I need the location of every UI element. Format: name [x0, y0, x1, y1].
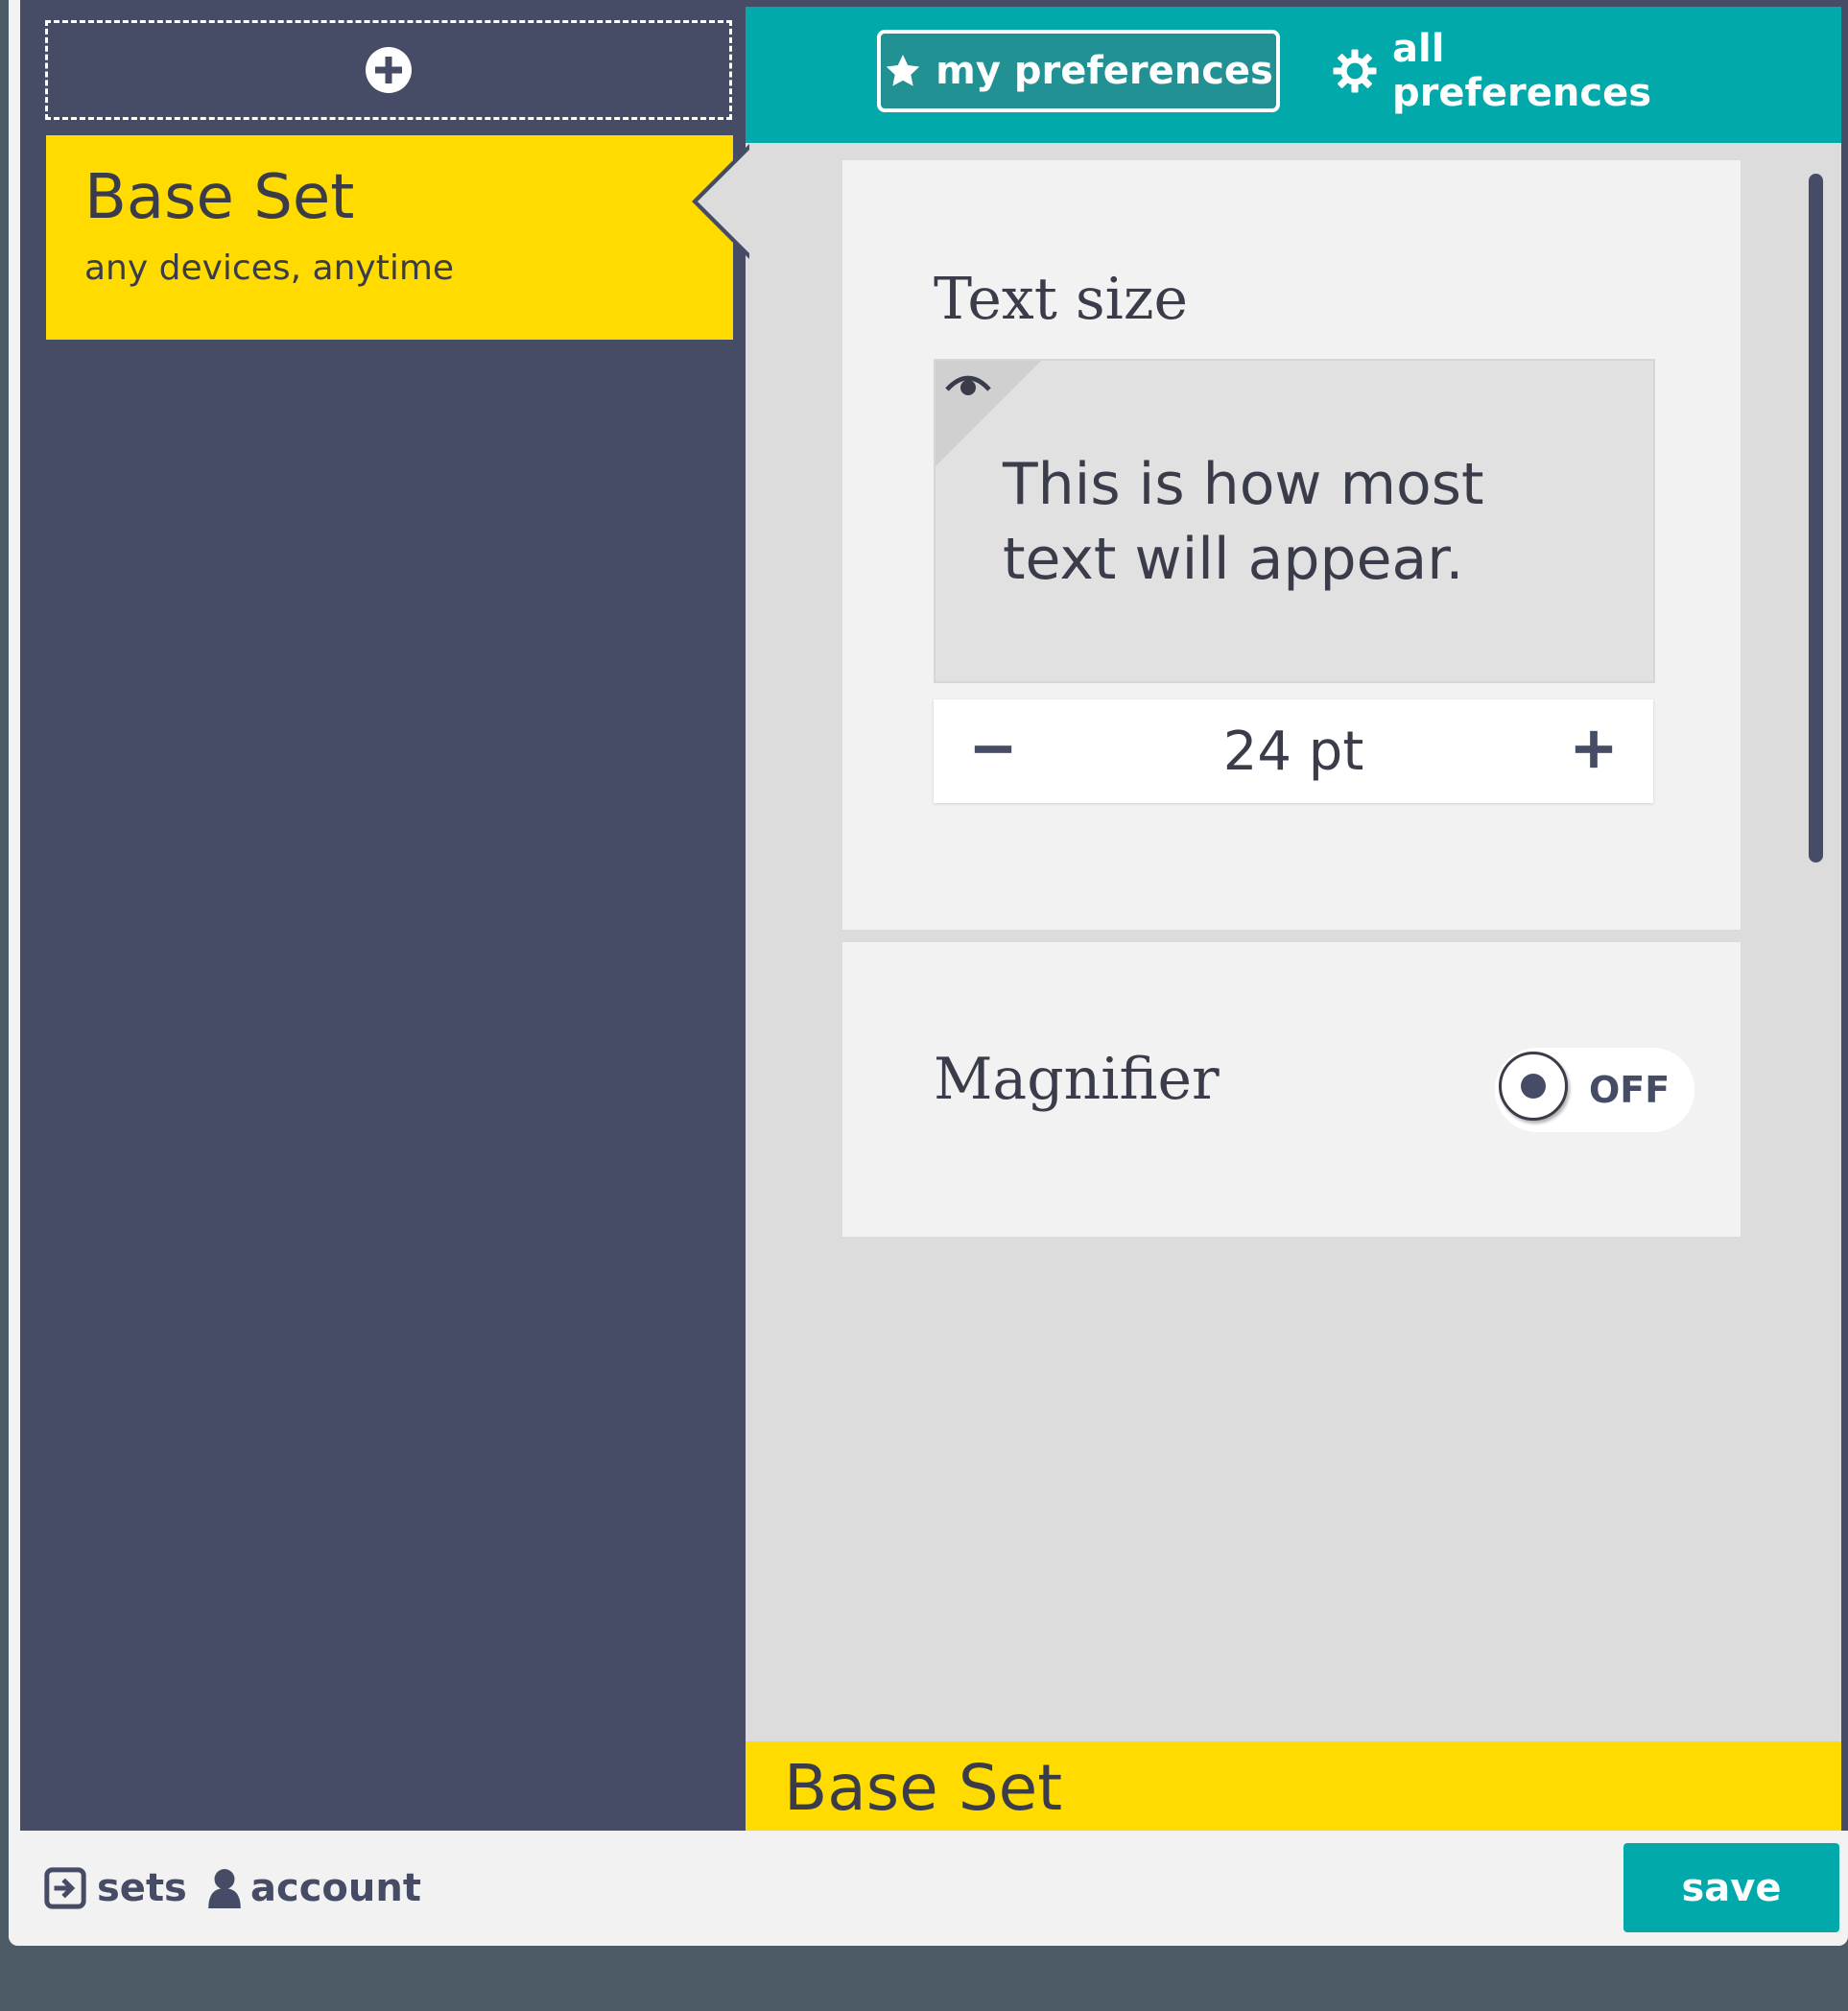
tab-all-preferences-label: all preferences [1392, 27, 1651, 115]
text-size-value: 24 pt [1222, 720, 1364, 783]
tab-all-preferences[interactable]: all preferences [1331, 27, 1715, 115]
text-size-stepper: 24 pt [934, 699, 1653, 803]
add-set-button[interactable] [45, 20, 732, 120]
plus-circle-icon [366, 47, 412, 93]
sets-sidebar: Base Set any devices, anytime [20, 0, 740, 1831]
preview-text: This is how most text will appear. [1003, 451, 1484, 593]
preferences-tabs-bar: my preferences all preferences [746, 7, 1841, 143]
preferences-panel-body: my preferences all preferences Text size… [746, 7, 1841, 1835]
plus-icon [1572, 727, 1616, 775]
current-set-banner: Base Set [746, 1741, 1841, 1835]
app-window: Base Set any devices, anytime my prefere… [9, 0, 1848, 1946]
sets-link[interactable]: sets [43, 1831, 187, 1946]
text-size-preview: This is how most text will appear. [934, 359, 1655, 683]
sets-label: sets [97, 1866, 187, 1910]
sign-in-icon [43, 1866, 87, 1910]
set-name: Base Set [84, 162, 355, 233]
eye-icon [945, 370, 991, 403]
text-size-title: Text size [934, 266, 1188, 333]
star-icon [884, 52, 922, 90]
current-set-name: Base Set [784, 1751, 1063, 1825]
set-subtitle: any devices, anytime [84, 248, 455, 288]
bottom-bar: sets account save [9, 1831, 1848, 1946]
increase-button[interactable] [1542, 699, 1646, 803]
magnifier-toggle[interactable]: OFF [1495, 1048, 1694, 1132]
decrease-button[interactable] [941, 699, 1045, 803]
tab-my-preferences[interactable]: my preferences [877, 30, 1280, 112]
save-button[interactable]: save [1623, 1843, 1839, 1932]
minus-icon [971, 727, 1015, 775]
scrollbar[interactable] [1809, 174, 1823, 863]
account-label: account [250, 1866, 421, 1910]
tab-my-preferences-label: my preferences [936, 49, 1273, 93]
text-size-card: Text size This is how most text will app… [842, 160, 1741, 930]
set-card-base[interactable]: Base Set any devices, anytime [46, 135, 733, 340]
account-link[interactable]: account [208, 1831, 421, 1946]
magnifier-title: Magnifier [934, 1046, 1220, 1113]
gear-icon [1331, 47, 1379, 95]
user-icon [208, 1868, 241, 1908]
toggle-dot [1521, 1074, 1546, 1099]
toggle-state-label: OFF [1589, 1069, 1670, 1111]
set-selection-pointer-fill [698, 148, 751, 255]
toggle-knob [1499, 1052, 1568, 1121]
magnifier-card: Magnifier OFF [842, 942, 1741, 1237]
preferences-panel: my preferences all preferences Text size… [740, 0, 1848, 1835]
